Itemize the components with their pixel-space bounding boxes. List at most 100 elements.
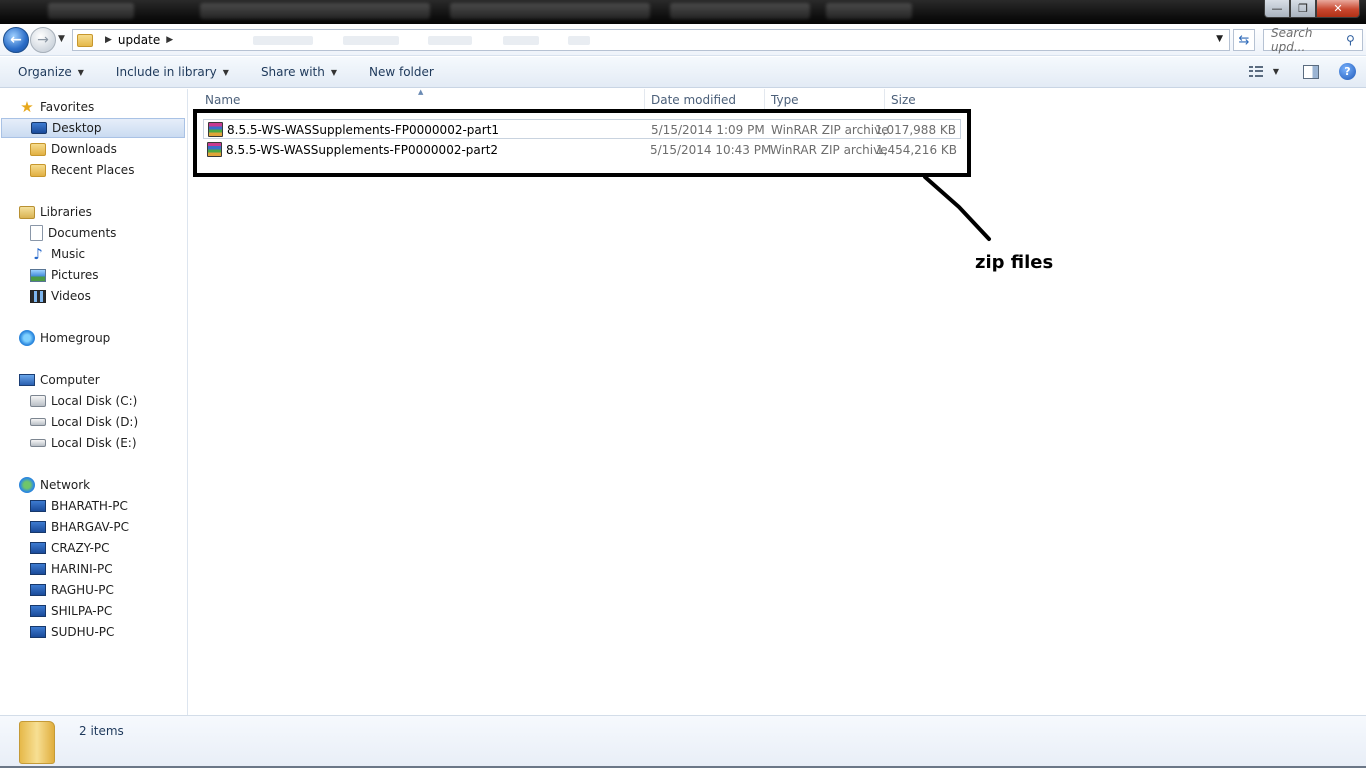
search-box[interactable]: Search upd... ⚲ xyxy=(1263,26,1363,54)
nav-label: Local Disk (C:) xyxy=(51,394,138,408)
view-controls: ▼ ? xyxy=(1248,63,1356,80)
address-history-dropdown[interactable]: ▼ xyxy=(1216,34,1223,44)
column-header-row: Name Date modified Type Size ▲ xyxy=(189,88,1366,111)
star-icon: ★ xyxy=(20,98,34,116)
item-count: 2 items xyxy=(79,724,124,738)
faded-overlay xyxy=(343,36,399,45)
nav-item-network-pc[interactable]: SUDHU-PC xyxy=(30,622,114,642)
refresh-button[interactable]: ⇆ xyxy=(1233,29,1255,51)
network-computer-icon xyxy=(30,521,46,533)
nav-label: Favorites xyxy=(40,100,95,114)
nav-label: Network xyxy=(40,478,91,492)
nav-label: SHILPA-PC xyxy=(51,604,113,618)
recent-pages-dropdown[interactable]: ▼ xyxy=(58,34,65,44)
command-bar: Organize ▼ Include in library ▼ Share with… xyxy=(0,57,1366,88)
blurred-title-segment xyxy=(200,3,430,19)
forward-button[interactable]: → xyxy=(30,27,56,53)
homegroup-icon xyxy=(19,330,35,346)
view-options-dropdown[interactable]: ▼ xyxy=(1273,67,1279,76)
folder-icon xyxy=(19,721,55,764)
network-computer-icon xyxy=(30,605,46,617)
preview-pane-icon[interactable] xyxy=(1303,64,1319,79)
minimize-button[interactable]: — xyxy=(1264,0,1290,18)
nav-label: Local Disk (D:) xyxy=(51,415,139,429)
nav-item-recent-places[interactable]: Recent Places xyxy=(30,160,134,180)
nav-libraries[interactable]: Libraries xyxy=(19,202,92,222)
search-input[interactable]: Search upd... xyxy=(1264,26,1346,54)
include-in-library-button[interactable]: Include in library ▼ xyxy=(116,65,229,79)
column-label: Name xyxy=(205,93,241,107)
recent-places-icon xyxy=(30,163,46,177)
nav-label: Documents xyxy=(48,226,117,240)
annotation-label: zip files xyxy=(975,252,1054,273)
nav-item-music[interactable]: ♪ Music xyxy=(30,244,85,264)
nav-item-network-pc[interactable]: BHARGAV-PC xyxy=(30,517,129,537)
nav-item-network-pc[interactable]: SHILPA-PC xyxy=(30,601,112,621)
close-button[interactable]: ✕ xyxy=(1316,0,1360,18)
nav-item-videos[interactable]: Videos xyxy=(30,286,91,306)
nav-item-pictures[interactable]: Pictures xyxy=(30,265,99,285)
nav-item-network-pc[interactable]: BHARATH-PC xyxy=(30,496,128,516)
blurred-title-segment xyxy=(450,3,650,19)
nav-label: Downloads xyxy=(51,142,117,156)
documents-icon xyxy=(30,225,43,241)
maximize-button[interactable]: ❐ xyxy=(1290,0,1316,18)
nav-item-desktop[interactable]: Desktop xyxy=(1,118,185,138)
new-folder-button[interactable]: New folder xyxy=(369,65,434,79)
file-list-pane: Name Date modified Type Size ▲ 8.5.5-WS-… xyxy=(189,88,1366,715)
share-with-label: Share with xyxy=(260,65,325,79)
navigation-pane: ★ Favorites Desktop Downloads Recent Pla… xyxy=(0,89,188,715)
faded-overlay xyxy=(503,36,539,45)
nav-network[interactable]: Network xyxy=(19,475,90,495)
nav-label: BHARGAV-PC xyxy=(51,520,129,534)
nav-item-local-disk-d[interactable]: Local Disk (D:) xyxy=(30,412,138,432)
back-arrow-icon: ← xyxy=(10,32,22,48)
nav-computer[interactable]: Computer xyxy=(19,370,100,390)
chevron-right-icon[interactable]: ▶ xyxy=(166,35,173,45)
column-header-type[interactable]: Type xyxy=(765,89,885,111)
network-computer-icon xyxy=(30,563,46,575)
nav-label: CRAZY-PC xyxy=(51,541,110,555)
nav-label: SUDHU-PC xyxy=(51,625,115,639)
folder-icon xyxy=(77,33,93,47)
nav-label: RAGHU-PC xyxy=(51,583,114,597)
dropdown-arrow-icon: ▼ xyxy=(222,67,229,77)
column-header-size[interactable]: Size xyxy=(885,89,945,111)
share-with-button[interactable]: Share with ▼ xyxy=(261,65,337,79)
chevron-right-icon[interactable]: ▶ xyxy=(105,35,112,45)
breadcrumb-update[interactable]: update xyxy=(118,33,160,47)
nav-item-documents[interactable]: Documents xyxy=(30,223,116,243)
nav-label: Libraries xyxy=(40,205,92,219)
navigation-bar: ← → ▼ ▶ update ▶ ▼ ⇆ Search upd... ⚲ xyxy=(0,24,1366,56)
network-computer-icon xyxy=(30,542,46,554)
new-folder-label: New folder xyxy=(369,65,434,79)
nav-item-downloads[interactable]: Downloads xyxy=(30,139,117,159)
nav-label: Recent Places xyxy=(51,163,135,177)
blurred-title-segment xyxy=(48,3,134,19)
back-button[interactable]: ← xyxy=(3,27,29,53)
column-label: Size xyxy=(891,93,916,107)
nav-item-network-pc[interactable]: HARINI-PC xyxy=(30,559,113,579)
forward-arrow-icon: → xyxy=(37,32,49,48)
organize-button[interactable]: Organize ▼ xyxy=(18,65,84,79)
nav-homegroup[interactable]: Homegroup xyxy=(19,328,110,348)
nav-label: Homegroup xyxy=(40,331,111,345)
nav-item-network-pc[interactable]: RAGHU-PC xyxy=(30,580,114,600)
nav-item-local-disk-e[interactable]: Local Disk (E:) xyxy=(30,433,137,453)
nav-label: Music xyxy=(51,247,86,261)
column-header-date-modified[interactable]: Date modified xyxy=(645,89,765,111)
nav-label: HARINI-PC xyxy=(51,562,113,576)
network-computer-icon xyxy=(30,500,46,512)
annotation-pointer-line xyxy=(923,175,991,241)
search-icon[interactable]: ⚲ xyxy=(1346,33,1362,47)
help-icon[interactable]: ? xyxy=(1339,63,1356,80)
nav-favorites[interactable]: ★ Favorites xyxy=(19,97,94,117)
nav-item-local-disk-c[interactable]: Local Disk (C:) xyxy=(30,391,137,411)
nav-item-network-pc[interactable]: CRAZY-PC xyxy=(30,538,110,558)
nav-label: Computer xyxy=(40,373,100,387)
column-label: Type xyxy=(771,93,799,107)
desktop-icon xyxy=(31,122,47,134)
nav-label: Desktop xyxy=(52,121,102,135)
address-bar[interactable]: ▶ update ▶ ▼ xyxy=(72,29,1230,51)
change-view-icon[interactable] xyxy=(1248,65,1265,78)
